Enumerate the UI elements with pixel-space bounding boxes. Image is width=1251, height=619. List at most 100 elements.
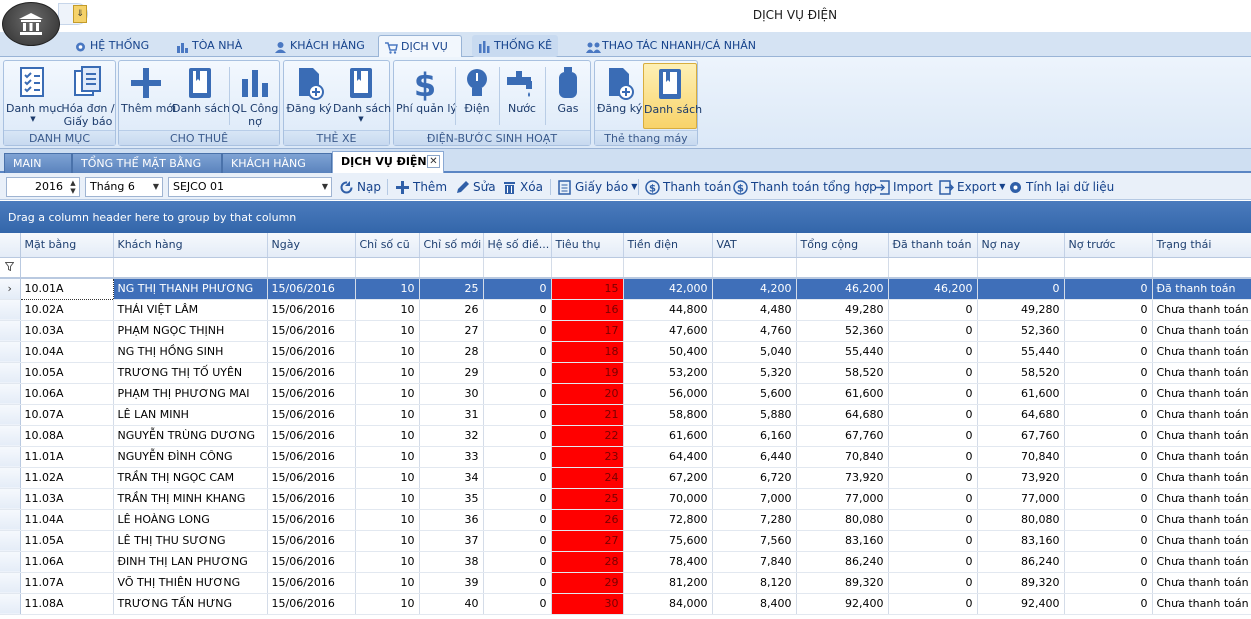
nuoc-button[interactable]: Nước: [501, 63, 543, 129]
table-cell[interactable]: 10: [355, 278, 420, 300]
table-cell[interactable]: 0: [888, 572, 978, 594]
table-cell[interactable]: 0: [483, 299, 552, 321]
table-cell[interactable]: 7,560: [712, 530, 797, 552]
table-cell[interactable]: NGUYỄN TRÙNG DƯƠNG: [113, 425, 268, 447]
table-cell[interactable]: 11.08A: [20, 593, 114, 615]
doc-tab-main[interactable]: MAIN: [4, 153, 72, 173]
table-cell[interactable]: 0: [1064, 593, 1153, 615]
table-cell[interactable]: 0: [1064, 572, 1153, 594]
table-cell[interactable]: 0: [1064, 509, 1153, 531]
table-cell[interactable]: Chưa thanh toán: [1152, 467, 1251, 489]
dien-button[interactable]: Điện: [457, 63, 497, 129]
table-cell[interactable]: 47,600: [623, 320, 713, 342]
tab-thao-tac-nhanh[interactable]: THAO TÁC NHANH/CÁ NHÂN: [580, 35, 762, 57]
table-cell[interactable]: 10.08A: [20, 425, 114, 447]
table-cell[interactable]: 29: [419, 362, 484, 384]
table-cell[interactable]: 10: [355, 509, 420, 531]
table-cell[interactable]: 18: [551, 341, 624, 363]
column-header[interactable]: Chỉ số cũ: [355, 233, 420, 258]
table-cell[interactable]: 5,880: [712, 404, 797, 426]
row-indicator[interactable]: [0, 299, 21, 321]
tab-toa-nha[interactable]: TÒA NHÀ: [170, 35, 248, 57]
table-cell[interactable]: 10: [355, 551, 420, 573]
table-cell[interactable]: Chưa thanh toán: [1152, 425, 1251, 447]
row-indicator[interactable]: [0, 446, 21, 468]
table-cell[interactable]: VÕ THỊ THIÊN HƯƠNG: [113, 572, 268, 594]
column-header[interactable]: Tiêu thụ: [551, 233, 624, 258]
table-cell[interactable]: 53,200: [623, 362, 713, 384]
filter-cell[interactable]: [267, 257, 356, 279]
table-cell[interactable]: 0: [1064, 362, 1153, 384]
table-cell[interactable]: 64,400: [623, 446, 713, 468]
notice-dropdown-button[interactable]: Giấy báo ▼: [557, 178, 637, 196]
table-cell[interactable]: 56,000: [623, 383, 713, 405]
table-cell[interactable]: LÊ LAN MINH: [113, 404, 268, 426]
table-cell[interactable]: 6,720: [712, 467, 797, 489]
table-cell[interactable]: 0: [483, 341, 552, 363]
dang-ky-thang-may-button[interactable]: Đăng ký: [597, 63, 642, 129]
table-cell[interactable]: ĐINH THỊ LAN PHƯƠNG: [113, 551, 268, 573]
table-cell[interactable]: 0: [1064, 341, 1153, 363]
table-cell[interactable]: 10.06A: [20, 383, 114, 405]
table-row[interactable]: › 10.01A NG THỊ THANH PHƯƠNG 15/06/2016 10 25…: [0, 277, 1251, 300]
table-cell[interactable]: 70,840: [977, 446, 1065, 468]
table-cell[interactable]: 61,600: [977, 383, 1065, 405]
table-cell[interactable]: 10.04A: [20, 341, 114, 363]
table-cell[interactable]: 34: [419, 467, 484, 489]
row-indicator[interactable]: [0, 593, 21, 615]
table-cell[interactable]: 42,000: [623, 278, 713, 300]
import-button[interactable]: Import: [875, 178, 933, 196]
table-cell[interactable]: 46,200: [796, 278, 889, 300]
building-select[interactable]: SEJCO 01 ▼: [168, 177, 332, 197]
table-cell[interactable]: 6,160: [712, 425, 797, 447]
table-cell[interactable]: 15: [551, 278, 624, 300]
table-cell[interactable]: 11.07A: [20, 572, 114, 594]
table-cell[interactable]: 40: [419, 593, 484, 615]
hoa-don-giay-bao-button[interactable]: Hóa đơn / Giấy báo: [61, 63, 115, 129]
column-header[interactable]: Tổng cộng: [796, 233, 889, 258]
table-cell[interactable]: Chưa thanh toán: [1152, 446, 1251, 468]
table-cell[interactable]: Chưa thanh toán: [1152, 551, 1251, 573]
table-cell[interactable]: 7,840: [712, 551, 797, 573]
table-row[interactable]: 10.07A LÊ LAN MINH 15/06/2016 10 31 0 21 58,800…: [0, 404, 1251, 426]
table-cell[interactable]: 0: [483, 362, 552, 384]
table-cell[interactable]: 67,200: [623, 467, 713, 489]
row-indicator[interactable]: [0, 341, 21, 363]
table-cell[interactable]: TRẦN THỊ MINH KHANG: [113, 488, 268, 510]
pay-button[interactable]: $ Thanh toán: [645, 178, 731, 196]
table-cell[interactable]: 10: [355, 404, 420, 426]
table-cell[interactable]: 0: [888, 551, 978, 573]
filter-cell[interactable]: [623, 257, 713, 279]
table-cell[interactable]: 0: [888, 425, 978, 447]
column-header[interactable]: Đã thanh toán: [888, 233, 978, 258]
filter-cell[interactable]: [712, 257, 797, 279]
table-cell[interactable]: 28: [551, 551, 624, 573]
table-cell[interactable]: 27: [419, 320, 484, 342]
row-indicator[interactable]: [0, 530, 21, 552]
table-cell[interactable]: 22: [551, 425, 624, 447]
table-cell[interactable]: TRƯƠNG THỊ TỐ UYÊN: [113, 362, 268, 384]
add-button[interactable]: Thêm: [395, 178, 447, 196]
table-cell[interactable]: 64,680: [796, 404, 889, 426]
pay-all-button[interactable]: $ Thanh toán tổng hợp: [733, 178, 877, 196]
table-cell[interactable]: 5,600: [712, 383, 797, 405]
table-cell[interactable]: 77,000: [796, 488, 889, 510]
table-cell[interactable]: 10.07A: [20, 404, 114, 426]
table-cell[interactable]: 75,600: [623, 530, 713, 552]
table-cell[interactable]: 0: [483, 572, 552, 594]
filter-cell[interactable]: [483, 257, 552, 279]
table-cell[interactable]: 0: [888, 404, 978, 426]
table-cell[interactable]: 19: [551, 362, 624, 384]
table-cell[interactable]: 15/06/2016: [267, 383, 356, 405]
table-row[interactable]: 11.07A VÕ THỊ THIÊN HƯƠNG 15/06/2016 10 39 0 2…: [0, 572, 1251, 594]
table-cell[interactable]: 77,000: [977, 488, 1065, 510]
spin-arrows-icon[interactable]: ▲ ▼: [68, 179, 78, 195]
table-cell[interactable]: 4,200: [712, 278, 797, 300]
table-cell[interactable]: 55,440: [796, 341, 889, 363]
row-indicator[interactable]: [0, 572, 21, 594]
row-indicator[interactable]: [0, 467, 21, 489]
table-cell[interactable]: 83,160: [796, 530, 889, 552]
table-cell[interactable]: 21: [551, 404, 624, 426]
table-cell[interactable]: 10: [355, 383, 420, 405]
table-cell[interactable]: 58,800: [623, 404, 713, 426]
